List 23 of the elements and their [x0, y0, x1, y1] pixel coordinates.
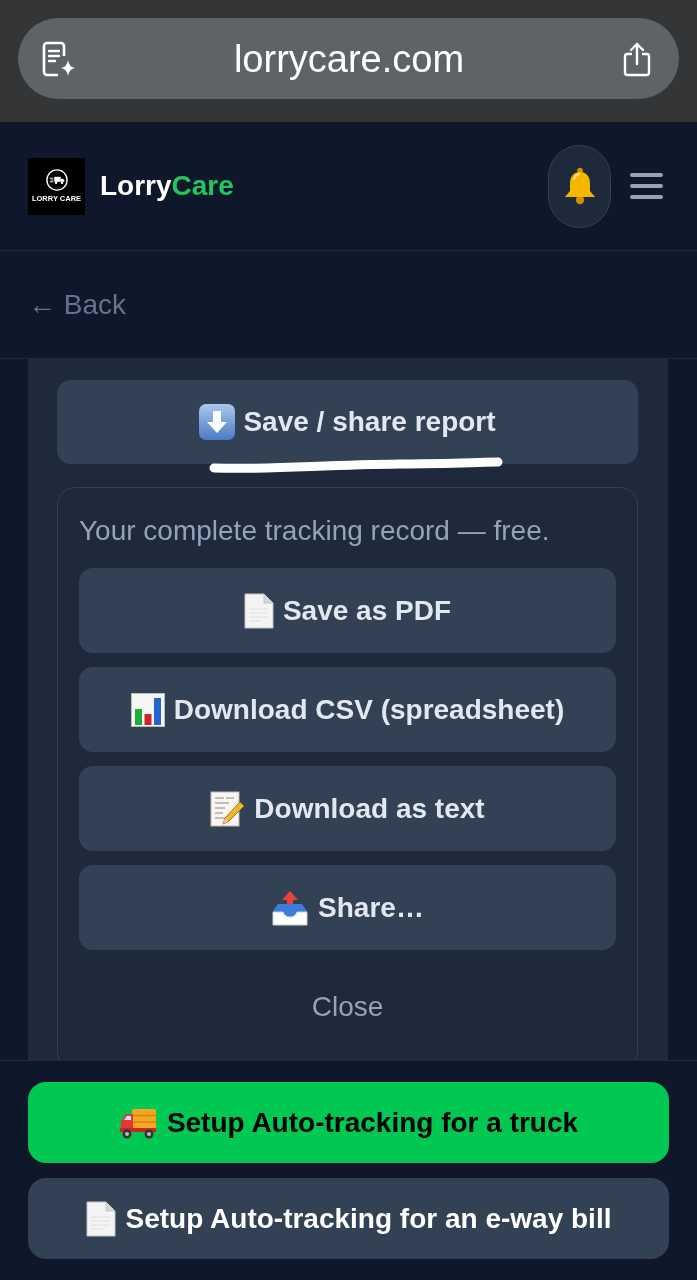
close-button[interactable]: Close: [79, 964, 616, 1049]
save-share-button[interactable]: Save / share report: [57, 380, 638, 464]
bar-chart-icon: [130, 692, 165, 727]
back-link[interactable]: ← Back: [28, 290, 127, 319]
bell-icon: [562, 167, 597, 205]
eway-tracking-button[interactable]: Setup Auto-tracking for an e-way bill: [28, 1178, 669, 1259]
menu-icon[interactable]: [630, 173, 663, 199]
document-icon: [243, 592, 274, 629]
export-option-button[interactable]: Share…: [79, 865, 616, 950]
outbox-tray-icon: [271, 889, 310, 926]
document-icon: [85, 1200, 116, 1237]
truck-circle-icon: [45, 169, 68, 192]
truck-icon: [118, 1106, 157, 1139]
truck-tracking-button[interactable]: Setup Auto-tracking for a truck: [28, 1082, 669, 1163]
export-option-button[interactable]: Save as PDF: [79, 568, 616, 653]
export-option-button[interactable]: Download as text: [79, 766, 616, 851]
brand-name: LorryCare: [100, 172, 234, 200]
export-option-button[interactable]: Download CSV (spreadsheet): [79, 667, 616, 752]
share-icon[interactable]: [622, 40, 652, 77]
address-bar[interactable]: lorrycare.com: [18, 18, 679, 99]
memo-pencil-icon: [210, 790, 246, 827]
reader-icon[interactable]: [40, 39, 76, 78]
panel-description: Your complete tracking record — free.: [79, 514, 551, 548]
